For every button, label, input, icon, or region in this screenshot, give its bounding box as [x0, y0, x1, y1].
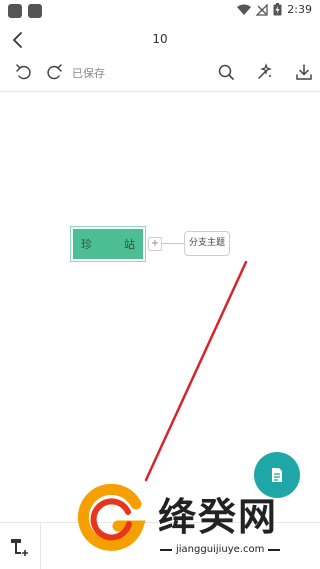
bottom-separator	[40, 523, 41, 569]
watermark-url-text: jiangguijiuye.com	[176, 544, 265, 555]
screen: 2:39 10 已保存 珍 站 + 分支主题 绛癸网 jiangguijiuye…	[0, 0, 320, 569]
outline-document-icon	[272, 468, 282, 482]
add-topic-icon[interactable]	[8, 535, 32, 559]
watermark-url: jiangguijiuye.com	[160, 544, 310, 555]
watermark-url-rule	[160, 548, 172, 551]
watermark-logo	[77, 483, 146, 551]
watermark-title: 绛癸网	[158, 495, 279, 539]
watermark-url-rule	[268, 548, 281, 551]
